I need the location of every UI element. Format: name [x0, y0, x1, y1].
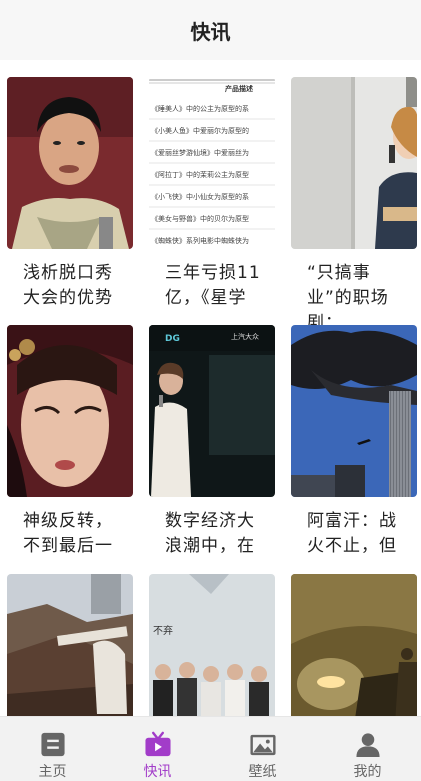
tab-wallpaper[interactable]: 壁纸 — [210, 717, 315, 781]
tab-label: 主页 — [38, 764, 67, 780]
doc-heading: 产品描述 — [225, 84, 253, 93]
page-title: 快讯 — [190, 19, 231, 44]
tab-home[interactable]: 主页 — [0, 717, 105, 781]
photo-woman-headpiece — [7, 325, 133, 497]
tab-label: 快讯 — [143, 764, 172, 780]
news-thumbnail[interactable] — [291, 77, 417, 249]
tab-mine[interactable]: 我的 — [315, 717, 420, 781]
news-thumbnail[interactable] — [7, 574, 133, 716]
bottom-tab-bar: 主页 快讯 壁纸 我的 — [0, 716, 421, 781]
doc-line: 《小美人鱼》中爱丽尔为原型的 — [151, 126, 249, 135]
document-text-list: 产品描述 《睡美人》中的公主为原型的系 《小美人鱼》中爱丽尔为原型的 《爱丽丝梦… — [149, 77, 275, 249]
doc-line: 《小飞侠》中小仙女为原型的系 — [151, 192, 249, 201]
news-thumbnail[interactable]: 产品描述 《睡美人》中的公主为原型的系 《小美人鱼》中爱丽尔为原型的 《爱丽丝梦… — [149, 77, 275, 249]
photo-woman-on-phone — [291, 77, 417, 249]
user-icon — [355, 733, 380, 758]
news-thumbnail[interactable] — [291, 574, 417, 716]
news-title[interactable]: 三年亏损11亿，《星学 — [165, 261, 265, 311]
photo-singer-stage: DG 上汽大众 — [149, 325, 275, 497]
news-title[interactable]: 阿富汗：战火不止，但 — [307, 509, 407, 559]
tv-icon — [144, 731, 171, 757]
stage-logo-left: DG — [165, 334, 180, 344]
doc-line: 《美女与野兽》中的贝尔为原型 — [151, 214, 249, 223]
header-bar: 快讯 — [0, 0, 421, 60]
news-grid: 浅析脱口秀大会的优势 产品描述 《睡美人》中的公主为原型的系 《小美人鱼》中爱丽… — [0, 60, 421, 716]
stage-logo-right: 上汽大众 — [231, 332, 259, 341]
photo-rooftops — [7, 574, 133, 716]
home-icon — [40, 732, 65, 757]
doc-line: 《蜘蛛侠》系列电影中蜘蛛侠为 — [151, 236, 249, 245]
news-thumbnail[interactable]: 不弃 — [149, 574, 275, 716]
news-thumbnail[interactable] — [291, 325, 417, 497]
photo-tower-smoke — [291, 325, 417, 497]
photo-man-on-stage — [7, 77, 133, 249]
news-title[interactable]: 神级反转，不到最后一 — [23, 509, 123, 559]
event-banner-text: 不弃 — [153, 624, 173, 637]
photo-battle-fire — [291, 574, 417, 716]
tab-news[interactable]: 快讯 — [105, 717, 210, 781]
news-thumbnail[interactable]: DG 上汽大众 — [149, 325, 275, 497]
news-thumbnail[interactable] — [7, 325, 133, 497]
tab-label: 壁纸 — [248, 764, 277, 780]
doc-line: 《爱丽丝梦游仙境》中爱丽丝为 — [151, 148, 249, 157]
news-thumbnail[interactable] — [7, 77, 133, 249]
news-title[interactable]: 数字经济大浪潮中，在 — [165, 509, 265, 559]
photo-group-event: 不弃 — [149, 574, 275, 716]
doc-line: 《睡美人》中的公主为原型的系 — [151, 104, 249, 113]
image-icon — [249, 734, 276, 756]
tab-label: 我的 — [353, 764, 382, 780]
doc-line: 《阿拉丁》中的茉莉公主为原型 — [151, 170, 249, 179]
news-title[interactable]: 浅析脱口秀大会的优势 — [23, 261, 123, 311]
